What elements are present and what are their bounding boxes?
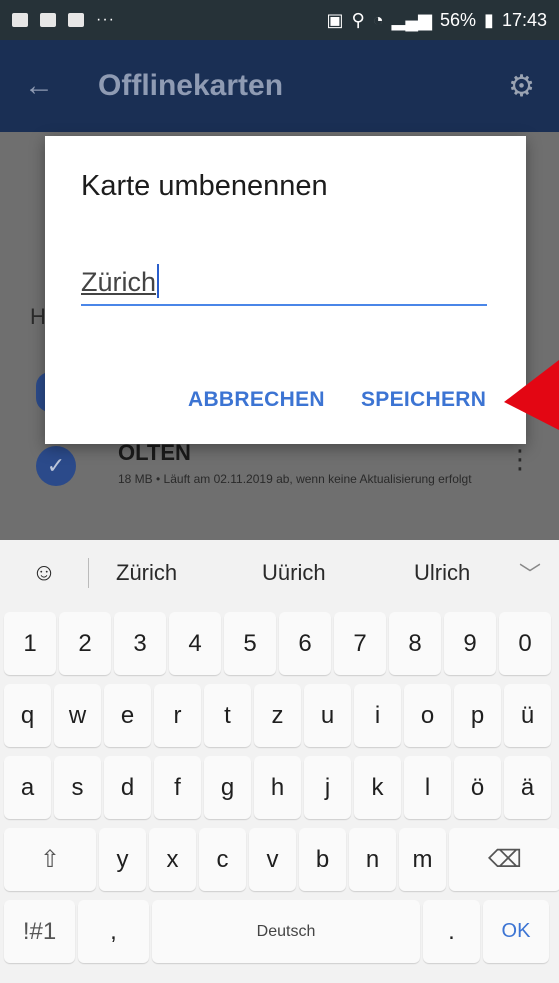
back-arrow-icon[interactable]: ←: [24, 69, 84, 103]
bottom-row: !#1 , Deutsch . OK: [4, 900, 549, 963]
battery-icon: ▮: [484, 9, 494, 30]
page-title: Offlinekarten: [98, 69, 284, 102]
suggestion-3[interactable]: Ulrich: [414, 560, 470, 586]
key-t[interactable]: t: [204, 684, 251, 747]
key-h[interactable]: h: [254, 756, 301, 819]
map-name-input-value[interactable]: Zürich: [81, 267, 156, 298]
key-n[interactable]: n: [349, 828, 396, 891]
more-vert-icon[interactable]: ⋮: [507, 444, 533, 475]
suggestion-bar: ☺ Zürich Uürich Ulrich ﹀: [0, 540, 559, 606]
settings-gear-icon[interactable]: ⚙: [508, 69, 535, 104]
text-cursor: [157, 264, 160, 298]
key-e[interactable]: e: [104, 684, 151, 747]
signal-icon: ▂▄▆: [391, 9, 433, 30]
key-k[interactable]: k: [354, 756, 401, 819]
section-header: H: [30, 304, 46, 329]
key-5[interactable]: 5: [224, 612, 276, 675]
location-icon: ⚲: [351, 9, 365, 30]
wifi-icon: ◔: [372, 9, 384, 30]
rename-map-dialog: Karte umbenennen Zürich ABBRECHEN SPEICH…: [45, 136, 526, 444]
chevron-down-icon[interactable]: ﹀: [519, 557, 541, 589]
notification-icon: [12, 13, 28, 27]
check-circle-icon: ✓: [36, 446, 76, 486]
key-p[interactable]: p: [454, 684, 501, 747]
key-y[interactable]: y: [99, 828, 146, 891]
y-row: ⇧ y x c v b n m ⌫: [4, 828, 559, 891]
key-b[interactable]: b: [299, 828, 346, 891]
key-2[interactable]: 2: [59, 612, 111, 675]
key-3[interactable]: 3: [114, 612, 166, 675]
key-a[interactable]: a: [4, 756, 51, 819]
key-f[interactable]: f: [154, 756, 201, 819]
alarm-icon: ▣: [326, 9, 344, 30]
key-ae[interactable]: ä: [504, 756, 551, 819]
key-o[interactable]: o: [404, 684, 451, 747]
suggestion-1[interactable]: Zürich: [116, 560, 177, 586]
notification-icon-2: [40, 13, 56, 27]
key-j[interactable]: j: [304, 756, 351, 819]
key-i[interactable]: i: [354, 684, 401, 747]
key-r[interactable]: r: [154, 684, 201, 747]
map-description: 18 MB • Läuft am 02.11.2019 ab, wenn kei…: [118, 472, 472, 486]
key-4[interactable]: 4: [169, 612, 221, 675]
dialog-title: Karte umbenennen: [81, 170, 328, 202]
space-key[interactable]: Deutsch: [152, 900, 420, 963]
q-row: q w e r t z u i o p ü: [4, 684, 551, 747]
key-c[interactable]: c: [199, 828, 246, 891]
suggestion-2[interactable]: Uürich: [262, 560, 326, 586]
key-1[interactable]: 1: [4, 612, 56, 675]
key-9[interactable]: 9: [444, 612, 496, 675]
status-bar: ··· ▣ ⚲ ◔ ▂▄▆ 56% ▮ 17:43: [0, 0, 559, 40]
a-row: a s d f g h j k l ö ä: [4, 756, 551, 819]
map-name-input[interactable]: Zürich: [81, 256, 487, 306]
key-v[interactable]: v: [249, 828, 296, 891]
key-6[interactable]: 6: [279, 612, 331, 675]
key-q[interactable]: q: [4, 684, 51, 747]
key-u[interactable]: u: [304, 684, 351, 747]
period-key[interactable]: .: [423, 900, 480, 963]
key-8[interactable]: 8: [389, 612, 441, 675]
key-d[interactable]: d: [104, 756, 151, 819]
key-0[interactable]: 0: [499, 612, 551, 675]
more-notifications: ···: [96, 11, 115, 28]
key-oe[interactable]: ö: [454, 756, 501, 819]
key-s[interactable]: s: [54, 756, 101, 819]
video-notification-icon: [68, 13, 84, 27]
cancel-button[interactable]: ABBRECHEN: [188, 388, 325, 412]
backspace-key-icon[interactable]: ⌫: [449, 828, 559, 891]
ok-key[interactable]: OK: [483, 900, 549, 963]
symbols-key[interactable]: !#1: [4, 900, 75, 963]
app-bar: ← Offlinekarten ⚙: [0, 40, 559, 132]
shift-key-icon[interactable]: ⇧: [4, 828, 96, 891]
key-g[interactable]: g: [204, 756, 251, 819]
comma-key[interactable]: ,: [78, 900, 149, 963]
key-m[interactable]: m: [399, 828, 446, 891]
number-row: 1 2 3 4 5 6 7 8 9 0: [4, 612, 551, 675]
key-7[interactable]: 7: [334, 612, 386, 675]
key-l[interactable]: l: [404, 756, 451, 819]
soft-keyboard: ☺ Zürich Uürich Ulrich ﹀ 1 2 3 4 5 6 7 8…: [0, 540, 559, 983]
battery-level: 56%: [440, 9, 477, 30]
annotation-arrow-icon: [504, 360, 559, 430]
clock: 17:43: [501, 9, 547, 30]
divider: [88, 558, 89, 588]
save-button[interactable]: SPEICHERN: [361, 388, 486, 412]
key-z[interactable]: z: [254, 684, 301, 747]
emoji-icon[interactable]: ☺: [0, 559, 88, 587]
key-w[interactable]: w: [54, 684, 101, 747]
key-x[interactable]: x: [149, 828, 196, 891]
key-ue[interactable]: ü: [504, 684, 551, 747]
